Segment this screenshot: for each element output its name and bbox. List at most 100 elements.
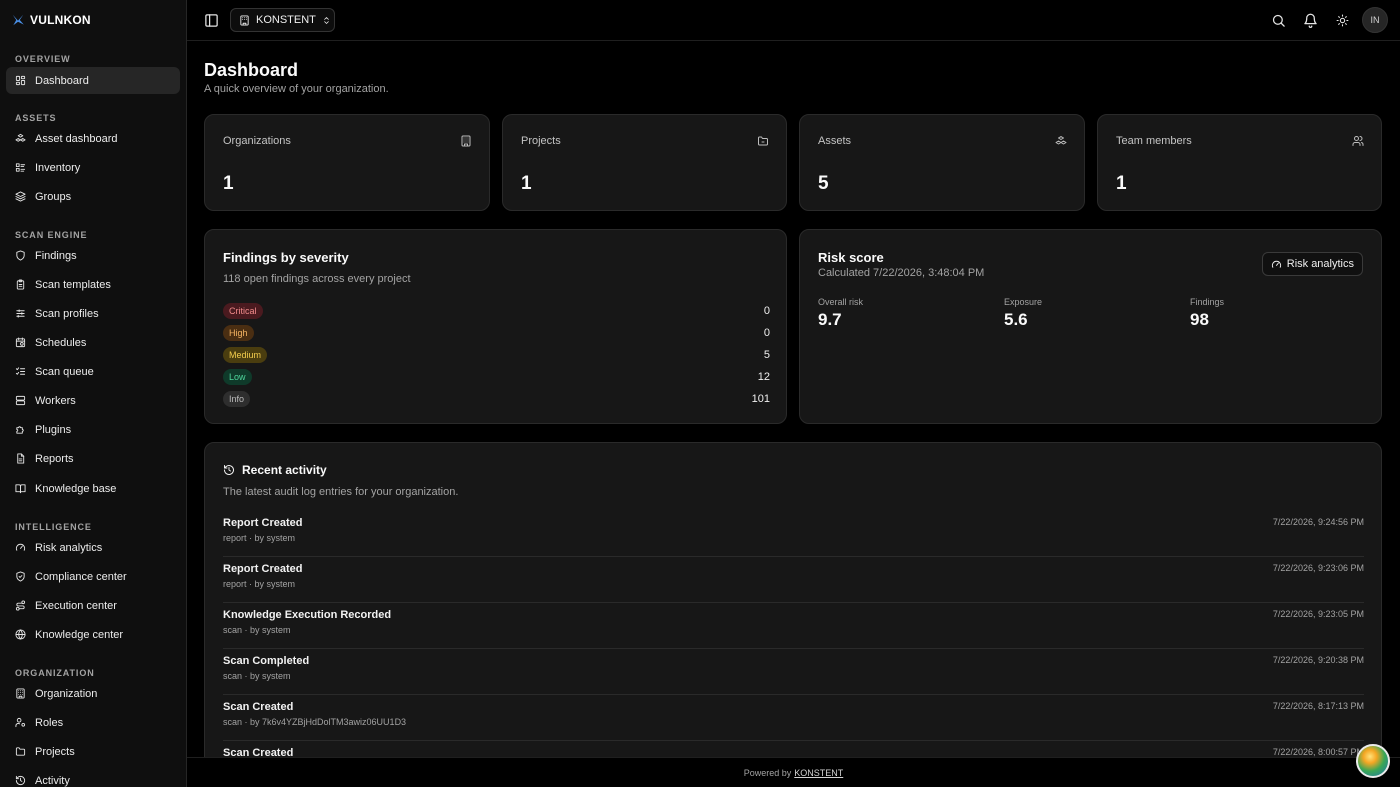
activity-row-title: Knowledge Execution Recorded [223, 609, 392, 621]
avatar[interactable]: IN [1362, 7, 1388, 33]
org-switcher[interactable]: KONSTENT [230, 8, 335, 32]
activity-card: Recent activity The latest audit log ent… [204, 442, 1382, 772]
risk-analytics-button[interactable]: Risk analytics [1261, 252, 1363, 276]
activity-row[interactable]: Report Created report · by system 7/22/202… [223, 557, 1364, 603]
metric-label: Findings [1190, 297, 1225, 307]
brand-name: VULNKON [30, 13, 91, 27]
sidebar-item-projects[interactable]: Projects [6, 738, 180, 765]
logo-icon [12, 14, 24, 26]
activity-header: Recent activity [223, 463, 327, 477]
clipboard-icon [16, 279, 25, 290]
stat-card-assets[interactable]: Assets 5 [799, 114, 1085, 211]
sidebar-item-groups[interactable]: Groups [6, 183, 180, 210]
sidebar-item-label: Asset dashboard [35, 132, 118, 145]
sidebar-item-dashboard[interactable]: Dashboard [6, 67, 180, 94]
stat-value: 1 [1116, 173, 1127, 194]
stat-label: Projects [521, 135, 561, 147]
sidebar-item-label: Compliance center [35, 570, 127, 583]
building-icon [16, 688, 25, 699]
server-icon [15, 395, 26, 406]
severity-row: High 0 [223, 324, 770, 342]
risk-title: Risk score [818, 250, 884, 265]
activity-row-meta: scan · by 7k6v4YZBjHdDolTM3awiz06UU1D3 [223, 717, 407, 727]
sidebar-item-findings[interactable]: Findings [6, 242, 180, 269]
stat-card-organizations[interactable]: Organizations 1 [204, 114, 490, 211]
bell-icon[interactable] [1303, 13, 1318, 28]
sidebar-item-label: Execution center [35, 599, 117, 612]
footer-link[interactable]: KONSTENT [794, 768, 843, 778]
activity-row[interactable]: Knowledge Execution Recorded scan · by sy… [223, 603, 1364, 649]
sidebar-item-knowledge-center[interactable]: Knowledge center [6, 621, 180, 648]
sidebar-item-label: Risk analytics [35, 541, 103, 554]
metric-value: 98 [1190, 310, 1209, 329]
topbar: KONSTENT IN [187, 0, 1400, 41]
sidebar-item-compliance-center[interactable]: Compliance center [6, 563, 180, 590]
sidebar-item-inventory[interactable]: Inventory [6, 154, 180, 181]
list-checks-icon [15, 367, 26, 375]
activity-row-title: Report Created [223, 563, 303, 575]
users-icon [1352, 136, 1364, 146]
activity-row[interactable]: Report Created report · by system 7/22/202… [223, 511, 1364, 557]
stat-card-team-members[interactable]: Team members 1 [1097, 114, 1382, 211]
sidebar-item-plugins[interactable]: Plugins [6, 416, 180, 443]
findings-card: Findings by severity 118 open findings a… [204, 229, 787, 424]
activity-row-title: Scan Created [223, 701, 294, 713]
book-icon [15, 484, 26, 494]
sidebar-item-schedules[interactable]: Schedules [6, 329, 180, 356]
user-cog-icon [15, 717, 26, 728]
chevrons-up-down-icon [324, 16, 329, 24]
sidebar-item-activity[interactable]: Activity [6, 767, 180, 787]
stat-label: Assets [818, 135, 852, 147]
severity-count: 12 [757, 371, 770, 383]
floating-assistant-button[interactable] [1356, 744, 1390, 778]
metric-label: Overall risk [818, 297, 864, 307]
file-icon [17, 453, 25, 464]
sidebar-item-workers[interactable]: Workers [6, 387, 180, 414]
sidebar-item-organization[interactable]: Organization [6, 680, 180, 707]
sidebar-item-label: Activity [35, 774, 70, 787]
activity-row[interactable]: Scan Completed scan · by system 7/22/2026,… [223, 649, 1364, 695]
activity-row-meta: scan · by system [223, 625, 291, 635]
sidebar-item-roles[interactable]: Roles [6, 709, 180, 736]
metric-value: 5.6 [1004, 310, 1028, 329]
sidebar-item-label: Roles [35, 716, 64, 729]
metric-label: Exposure [1004, 297, 1043, 307]
activity-row-time: 7/22/2026, 9:23:06 PM [1272, 563, 1364, 573]
sun-icon[interactable] [1336, 14, 1349, 27]
calendar-clock-icon [15, 337, 26, 348]
sidebar-item-knowledge-base[interactable]: Knowledge base [6, 475, 180, 502]
metric-overall-risk: Overall risk 9.7 [818, 297, 863, 330]
sidebar-item-execution-center[interactable]: Execution center [6, 592, 180, 619]
activity-row-meta: scan · by system [223, 671, 291, 681]
activity-row-title: Scan Completed [223, 655, 310, 667]
metric-value: 9.7 [818, 310, 842, 329]
section-assets: ASSETS [15, 113, 57, 123]
sidebar-item-scan-queue[interactable]: Scan queue [6, 358, 180, 385]
sidebar-item-label: Findings [35, 249, 77, 262]
footer: Powered by KONSTENT [187, 757, 1400, 787]
activity-row-meta: report · by system [223, 579, 296, 589]
sidebar-item-label: Scan profiles [35, 307, 99, 320]
stat-card-projects[interactable]: Projects 1 [502, 114, 787, 211]
sidebar-toggle-icon[interactable] [204, 13, 219, 28]
sidebar-item-scan-profiles[interactable]: Scan profiles [6, 300, 180, 327]
sidebar-item-risk-analytics[interactable]: Risk analytics [6, 534, 180, 561]
sidebar-item-reports[interactable]: Reports [6, 445, 180, 472]
folder-icon [15, 747, 26, 756]
sidebar-item-label: Scan queue [35, 365, 94, 378]
severity-count: 0 [763, 305, 770, 317]
brand[interactable]: VULNKON [11, 11, 91, 29]
sidebar-item-scan-templates[interactable]: Scan templates [6, 271, 180, 298]
severity-count: 0 [763, 327, 770, 339]
severity-badge: Critical [223, 303, 263, 319]
footer-prefix: Powered by [743, 767, 792, 778]
sidebar-item-label: Dashboard [35, 74, 89, 87]
history-icon [224, 465, 234, 475]
search-icon[interactable] [1271, 13, 1286, 28]
sidebar-item-asset-dashboard[interactable]: Asset dashboard [6, 125, 180, 152]
globe-icon [15, 629, 26, 640]
activity-row-time: 7/22/2026, 8:17:13 PM [1272, 701, 1364, 711]
org-name: KONSTENT [256, 14, 316, 26]
activity-row[interactable]: Scan Created scan · by 7k6v4YZBjHdDolTM3a… [223, 695, 1364, 741]
stat-value: 1 [223, 173, 234, 194]
